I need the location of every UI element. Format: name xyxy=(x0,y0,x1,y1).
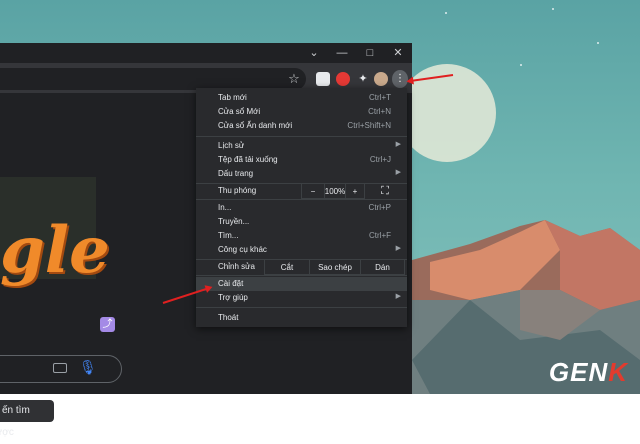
edit-label: Chỉnh sửa xyxy=(218,262,255,271)
menu-item-new-window[interactable]: Cửa sổ Mới Ctrl+N xyxy=(196,105,407,119)
paste-button[interactable]: Dán xyxy=(360,259,405,275)
share-icon[interactable]: ⤴ xyxy=(100,317,115,332)
lucky-button[interactable]: ến tìm được xyxy=(0,400,54,438)
search-box[interactable]: 🎙 xyxy=(0,355,122,383)
menu-divider xyxy=(196,275,407,276)
menu-item-find[interactable]: Tìm... Ctrl+F xyxy=(196,229,407,243)
red-extension-icon[interactable] xyxy=(336,72,350,86)
menu-item-more-tools[interactable]: Công cụ khác ▶ xyxy=(196,243,407,257)
menu-item-downloads[interactable]: Tệp đã tải xuống Ctrl+J xyxy=(196,153,407,167)
menu-item-incognito[interactable]: Cửa sổ Ẩn danh mới Ctrl+Shift+N xyxy=(196,119,407,133)
chrome-menu: Tab mới Ctrl+T Cửa sổ Mới Ctrl+N Cửa sổ Ẩn… xyxy=(196,88,407,327)
microphone-icon[interactable]: 🎙 xyxy=(79,359,97,376)
fullscreen-icon[interactable]: ⛶ xyxy=(370,183,400,199)
menu-item-bookmarks[interactable]: Dấu trang ▶ xyxy=(196,167,407,181)
menu-item-settings[interactable]: Cài đặt xyxy=(196,277,407,291)
menu-divider xyxy=(196,136,407,137)
menu-edit-row: Chỉnh sửa Cắt Sao chép Dán xyxy=(196,259,407,275)
menu-divider xyxy=(196,199,407,200)
menu-item-new-tab[interactable]: Tab mới Ctrl+T xyxy=(196,91,407,105)
menu-item-history[interactable]: Lịch sử ▶ xyxy=(196,139,407,153)
menu-item-help[interactable]: Trợ giúp ▶ xyxy=(196,291,407,305)
cut-button[interactable]: Cắt xyxy=(264,259,310,275)
menu-item-exit[interactable]: Thoát xyxy=(196,311,407,325)
menu-divider xyxy=(196,307,407,308)
title-bar: ⌄ — □ ✕ xyxy=(0,43,412,63)
zoom-out-button[interactable]: − xyxy=(301,183,325,199)
bookmark-star-icon[interactable]: ☆ xyxy=(286,71,302,87)
minimize-button[interactable]: — xyxy=(332,45,352,61)
puzzle-extensions-icon[interactable]: ✦ xyxy=(356,72,370,86)
menu-item-cast[interactable]: Truyền... xyxy=(196,215,407,229)
profile-avatar[interactable] xyxy=(374,72,388,86)
zoom-label: Thu phóng xyxy=(218,186,257,195)
zoom-value: 100% xyxy=(324,183,346,199)
menu-zoom-row: Thu phóng − 100% + ⛶ xyxy=(196,183,407,199)
address-bar[interactable]: ☆ xyxy=(0,68,306,90)
google-doodle[interactable]: gle xyxy=(0,213,110,288)
close-button[interactable]: ✕ xyxy=(388,45,408,61)
qr-extension-icon[interactable] xyxy=(316,72,330,86)
watermark-logo: GENK xyxy=(548,357,628,387)
zoom-in-button[interactable]: + xyxy=(345,183,365,199)
menu-item-print[interactable]: In... Ctrl+P xyxy=(196,201,407,215)
keyboard-icon[interactable] xyxy=(53,363,67,373)
tab-search-icon[interactable]: ⌄ xyxy=(304,45,324,61)
copy-button[interactable]: Sao chép xyxy=(309,259,361,275)
maximize-button[interactable]: □ xyxy=(360,45,380,61)
